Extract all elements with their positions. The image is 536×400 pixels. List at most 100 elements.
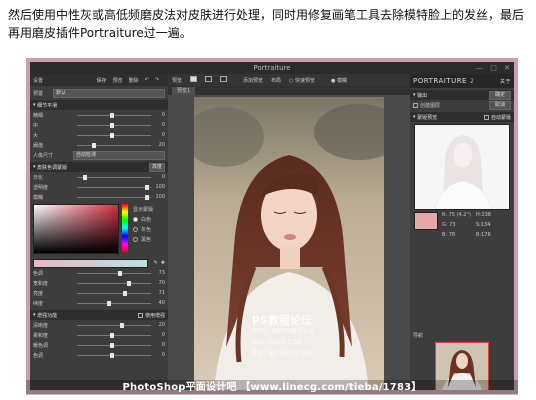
quick-preview-label: 快速预览	[295, 77, 316, 84]
slider-value[interactable]: 0	[155, 342, 165, 348]
intro-text: 然后使用中性灰或高低频磨皮法对皮肤进行处理，同时用修复画笔工具去除模特脸上的发丝…	[8, 6, 530, 42]
delete-button[interactable]: 删除	[129, 77, 139, 84]
slider-knob[interactable]	[110, 132, 115, 138]
slider-knob[interactable]	[110, 342, 115, 348]
warmth-slider[interactable]	[77, 342, 151, 348]
color-gradient-field[interactable]	[33, 204, 119, 254]
slider-value[interactable]: 0	[155, 112, 165, 118]
slider-value[interactable]: 0	[155, 174, 165, 180]
hue-slider[interactable]	[77, 270, 151, 276]
brand-version: 2	[469, 77, 475, 85]
minimize-button[interactable]: —	[476, 64, 483, 72]
mask-option-black[interactable]: 黑色	[133, 234, 153, 244]
mask-slider[interactable]	[77, 174, 151, 180]
close-button[interactable]: ✕	[504, 64, 510, 72]
preview-button[interactable]: 预览	[113, 77, 123, 84]
checkbox-icon[interactable]	[137, 312, 143, 318]
slider-value[interactable]: 20	[155, 142, 165, 148]
slider-value[interactable]: 0	[155, 332, 165, 338]
eyedropper-plus-icon[interactable]: ✚	[161, 260, 165, 266]
slider-value[interactable]: 100	[155, 194, 165, 200]
single-view-icon[interactable]	[190, 76, 198, 82]
color-values: R: 75 (4.2°) H:238 G: 73 S:134 B: 78 B:1…	[442, 212, 510, 242]
slider-knob[interactable]	[117, 270, 122, 276]
checkbox-icon[interactable]	[413, 102, 418, 108]
color-range-strip[interactable]	[33, 258, 148, 268]
slider-knob[interactable]	[110, 112, 115, 118]
slider-knob[interactable]	[110, 352, 115, 358]
hue-bar[interactable]	[122, 204, 128, 252]
tab-preview-1[interactable]: 预览1	[172, 86, 196, 95]
ok-button[interactable]: 确定	[488, 90, 511, 100]
mask-option-white[interactable]: 白色	[133, 214, 153, 224]
blur-toggle[interactable]: ● 模糊	[331, 77, 355, 84]
enhance-section-title: 增强功能	[37, 312, 58, 319]
preset-select[interactable]: 默认	[53, 88, 165, 98]
slider-knob[interactable]	[110, 332, 115, 338]
checkbox-icon[interactable]	[483, 114, 489, 120]
threshold-slider[interactable]	[77, 142, 151, 148]
redo-icon[interactable]: ↷	[155, 77, 159, 83]
slider-value[interactable]: 70	[155, 280, 165, 286]
blur-label: 模糊	[336, 77, 347, 84]
slider-knob[interactable]	[106, 300, 111, 306]
tint-slider[interactable]	[77, 352, 151, 358]
slider-knob[interactable]	[127, 280, 132, 286]
slider-knob[interactable]	[145, 184, 150, 190]
slider-row: 透明度 100	[30, 182, 168, 192]
portrait-size-select[interactable]: 自动检测	[73, 150, 165, 160]
detail-large-slider[interactable]	[77, 132, 151, 138]
brand-header: PORTRAITURE 2 关于	[410, 74, 514, 88]
quad-view-icon[interactable]	[220, 76, 228, 82]
add-preview-button[interactable]: 添加预览	[243, 77, 263, 84]
slider-label: 清晰度	[33, 322, 49, 329]
latitude-slider[interactable]	[77, 300, 151, 306]
eyedropper-icon[interactable]: ✎	[154, 260, 158, 266]
view-mode-icons	[190, 76, 235, 84]
mask-option-gray[interactable]: 灰色	[133, 224, 153, 234]
blur-slider[interactable]	[77, 194, 151, 200]
undo-icon[interactable]: ↶	[145, 77, 149, 83]
slider-knob[interactable]	[122, 290, 127, 296]
watermark-line: 学PS，就到PS教程论坛	[252, 328, 315, 335]
sharpness-slider[interactable]	[77, 322, 151, 328]
option-label: 灰色	[141, 226, 152, 233]
slider-value[interactable]: 0	[155, 352, 165, 358]
slider-knob[interactable]	[145, 194, 150, 200]
slider-knob[interactable]	[82, 174, 87, 180]
detail-fine-slider[interactable]	[77, 112, 151, 118]
save-button[interactable]: 保存	[97, 77, 107, 84]
slider-value[interactable]: 73	[155, 270, 165, 276]
mask-preview-header[interactable]: ▾ 蒙版预览 自动蒙版	[410, 112, 514, 122]
saturation-slider[interactable]	[77, 280, 151, 286]
portraiture-window: Portraiture — □ ✕ 设置 保存 预览 删除 ↶ ↷ 预置 默认	[30, 62, 514, 390]
split-view-icon[interactable]	[205, 76, 213, 82]
enhance-section-header[interactable]: ▾ 增强功能 使用增强	[30, 310, 168, 320]
slider-knob[interactable]	[110, 122, 115, 128]
detail-section-header[interactable]: ▾ 细节平滑	[30, 100, 168, 110]
slider-value[interactable]: 40	[155, 300, 165, 306]
quick-preview-toggle[interactable]: ○ 快速预览	[289, 77, 323, 84]
mask-mode-select[interactable]: 高度	[148, 162, 165, 172]
luminance-slider[interactable]	[77, 290, 151, 296]
slider-value[interactable]: 71	[155, 290, 165, 296]
layout-button[interactable]: 布局	[271, 77, 281, 84]
output-section-header[interactable]: ▾ 输出 确定	[410, 90, 514, 100]
slider-value[interactable]: 0	[155, 122, 165, 128]
softness-slider[interactable]	[77, 332, 151, 338]
slider-knob[interactable]	[119, 322, 124, 328]
slider-value[interactable]: 20	[155, 322, 165, 328]
maximize-button[interactable]: □	[490, 64, 497, 72]
slider-value[interactable]: 0	[155, 132, 165, 138]
readout-h: H:238	[476, 212, 491, 218]
output-panel: PORTRAITURE 2 关于 ▾ 输出 确定 创建图层 取消 ▾ 蒙版预览 …	[410, 74, 514, 390]
about-link[interactable]: 关于	[500, 78, 511, 85]
skin-color-swatch[interactable]	[414, 212, 438, 230]
slider-row: 模糊 100	[30, 192, 168, 202]
mask-section-header[interactable]: ▾ 皮肤色调蒙版 高度	[30, 162, 168, 172]
detail-medium-slider[interactable]	[77, 122, 151, 128]
opacity-slider[interactable]	[77, 184, 151, 190]
cancel-button[interactable]: 取消	[488, 100, 511, 110]
slider-knob[interactable]	[91, 142, 96, 148]
slider-value[interactable]: 100	[155, 184, 165, 190]
